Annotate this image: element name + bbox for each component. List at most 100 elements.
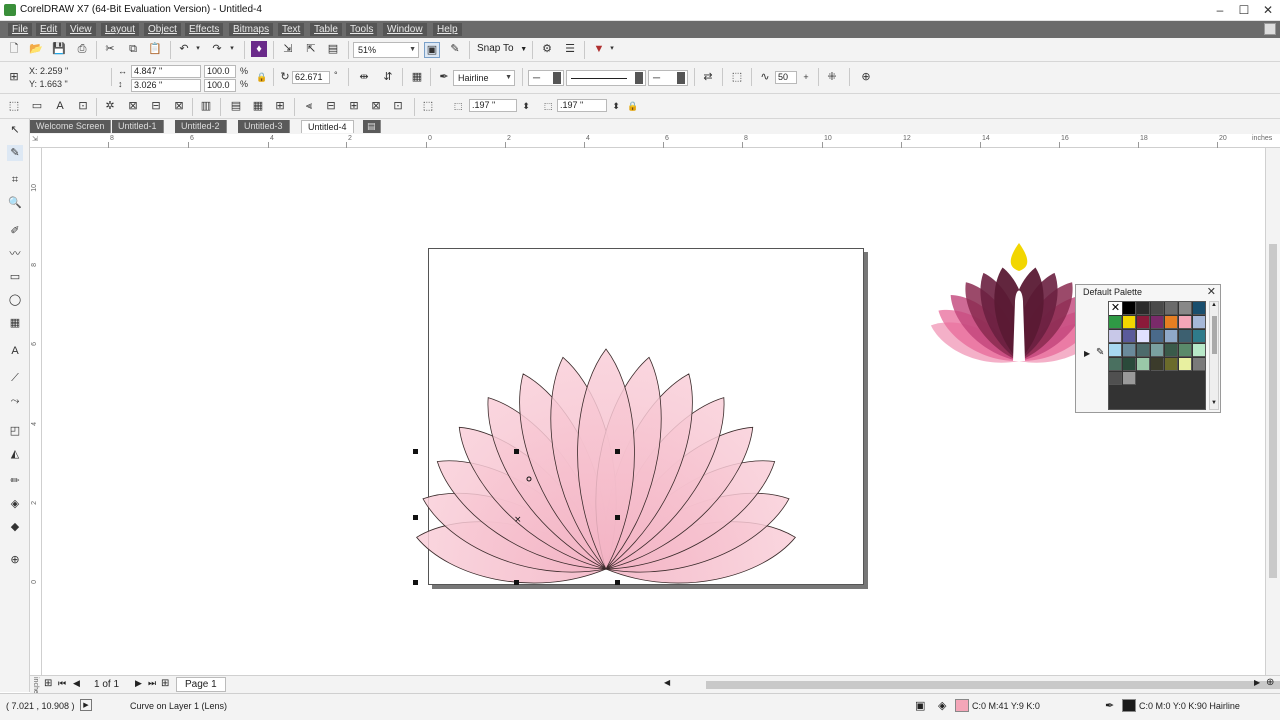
stepper-icon[interactable]: ⬍ (608, 98, 624, 114)
frame-icon[interactable]: ⬚ (6, 98, 22, 114)
save-icon[interactable]: 💾 (51, 41, 67, 57)
rectangle-frame-icon[interactable]: ▭ (29, 98, 45, 114)
palette-scrollbar[interactable]: ▲ ▼ (1209, 301, 1219, 410)
rotation-angle-field[interactable]: 62.671 (292, 71, 330, 84)
palette-swatch[interactable] (1109, 372, 1122, 385)
open-icon[interactable]: 📂 (28, 41, 44, 57)
palette-swatch[interactable] (1151, 302, 1164, 315)
eyedropper-icon[interactable]: ✎ (1096, 347, 1104, 358)
menu-edit[interactable]: Edit (36, 23, 62, 36)
palette-swatch[interactable] (1137, 302, 1150, 315)
align-right-icon[interactable]: ⊞ (346, 98, 362, 114)
menu-object[interactable]: Object (144, 23, 181, 36)
palette-swatch[interactable] (1165, 302, 1178, 315)
palette-swatch[interactable] (1193, 344, 1206, 357)
show-rulers-icon[interactable]: ✎ (447, 41, 463, 57)
menu-table[interactable]: Table (310, 23, 342, 36)
line-style-dropdown[interactable] (566, 70, 646, 86)
palette-swatch[interactable] (1179, 330, 1192, 343)
close-icon[interactable]: ✕ (1207, 285, 1216, 298)
graph-paper-icon[interactable]: ▦ (7, 315, 23, 331)
snap-to-button[interactable]: Snap To ▼ (477, 43, 527, 54)
ruler-origin-icon[interactable]: ⇲ (32, 135, 38, 143)
to-back-icon[interactable]: ▦ (250, 98, 266, 114)
horizontal-ruler[interactable]: ⇲ 8 6 4 2 0 2 4 6 8 10 12 14 16 18 20 inches (30, 134, 1280, 148)
palette-swatch[interactable] (1179, 344, 1192, 357)
menu-bitmaps[interactable]: Bitmaps (229, 23, 274, 36)
paste-icon[interactable]: 📋 (147, 41, 163, 57)
add-tool-icon[interactable]: ⊕ (7, 552, 23, 568)
palette-swatch[interactable] (1109, 316, 1122, 329)
crop-tool-icon[interactable]: ⌗ (7, 172, 23, 188)
smart-fill-icon[interactable]: ◆ (7, 519, 23, 535)
chevron-up-icon[interactable]: ▲ (1211, 302, 1217, 308)
interactive-fill-icon[interactable]: ◈ (7, 496, 23, 512)
object-origin-icon[interactable]: ⊞ (6, 69, 22, 85)
add-page-after-icon[interactable]: ⊞ (161, 678, 169, 689)
play-icon[interactable]: ▶ (80, 699, 92, 711)
palette-swatch[interactable] (1193, 316, 1206, 329)
palette-swatch[interactable] (1137, 330, 1150, 343)
stepper-plus-icon[interactable]: + (798, 69, 814, 85)
first-page-icon[interactable]: ⏮ (58, 678, 66, 689)
palette-swatch[interactable] (1151, 330, 1164, 343)
stepper-icon[interactable]: ⬍ (518, 98, 534, 114)
zoom-tool-icon[interactable]: 🔍 (7, 195, 23, 211)
shape-tool-icon[interactable]: ✎ (7, 145, 23, 161)
text-tool-icon[interactable]: A (7, 343, 23, 359)
corel-connect-icon[interactable]: ▼ (591, 41, 607, 57)
undo-icon[interactable]: ↶ (176, 41, 192, 57)
new-tab-button[interactable]: ▤ (363, 120, 381, 133)
palette-swatch[interactable] (1109, 330, 1122, 343)
minimize-button[interactable]: – (1208, 2, 1232, 18)
tab-untitled-4[interactable]: Untitled-4 (301, 120, 354, 133)
menu-help[interactable]: Help (433, 23, 462, 36)
new-document-icon[interactable]: 🗋 (6, 41, 22, 57)
page-tab[interactable]: Page 1 (176, 677, 226, 692)
mirror-vertical-icon[interactable]: ⇵ (380, 69, 396, 85)
transparency-icon[interactable]: ◭ (7, 446, 23, 462)
object-width-field[interactable]: 4.847 " (131, 65, 201, 78)
object-height-field[interactable]: 3.026 " (131, 79, 201, 92)
last-page-icon[interactable]: ⏭ (148, 678, 156, 689)
palette-swatch[interactable] (1179, 316, 1192, 329)
palette-swatch[interactable] (1179, 358, 1192, 371)
copy-icon[interactable]: ⧉ (125, 41, 141, 57)
palette-swatch[interactable] (1123, 372, 1136, 385)
vertical-scrollbar[interactable] (1265, 148, 1280, 675)
end-arrowhead-dropdown[interactable]: ─ (648, 70, 688, 86)
to-front-icon[interactable]: ▤ (228, 98, 244, 114)
vertical-ruler[interactable]: 10 8 6 4 2 0 (30, 148, 42, 675)
palette-swatch[interactable] (1193, 302, 1206, 315)
trim-icon[interactable]: ⊠ (125, 98, 141, 114)
palette-swatch[interactable] (1137, 316, 1150, 329)
group-icon[interactable]: ⊡ (75, 98, 91, 114)
tab-untitled-2[interactable]: Untitled-2 (175, 120, 227, 133)
ellipse-tool-icon[interactable]: ◯ (7, 292, 23, 308)
chevron-down-icon[interactable]: ▼ (1211, 400, 1217, 406)
full-screen-preview-icon[interactable]: ▣ (424, 42, 440, 58)
menu-window[interactable]: Window (383, 23, 427, 36)
color-proofing-icon[interactable]: ▣ (915, 699, 925, 712)
user-icon[interactable] (1264, 23, 1276, 35)
align-left-icon[interactable]: ⫷ (301, 98, 317, 114)
palette-swatch[interactable] (1151, 316, 1164, 329)
tab-welcome-screen[interactable]: Welcome Screen (30, 120, 112, 133)
palette-swatch[interactable] (1151, 344, 1164, 357)
navigator-icon[interactable]: ⊕ (1266, 677, 1274, 688)
import-icon[interactable]: ⇲ (280, 41, 296, 57)
menu-layout[interactable]: Layout (101, 23, 140, 36)
distribute-icon[interactable]: ⊠ (368, 98, 384, 114)
redo-icon[interactable]: ↷ (209, 41, 225, 57)
options-icon[interactable]: ⚙ (539, 41, 555, 57)
application-launcher-icon[interactable]: ☰ (562, 41, 578, 57)
cut-icon[interactable]: ✂ (102, 41, 118, 57)
undo-dropdown-icon[interactable]: ▾ (194, 41, 202, 57)
maximize-button[interactable]: ☐ (1232, 2, 1256, 18)
lotus-petals-selected[interactable] (412, 348, 800, 597)
palette-swatch[interactable] (1165, 358, 1178, 371)
palette-swatch[interactable] (1123, 302, 1136, 315)
scroll-right-icon[interactable]: ▶ (1254, 678, 1260, 687)
search-content-icon[interactable]: ♦ (251, 41, 267, 57)
tab-untitled-1[interactable]: Untitled-1 (112, 120, 164, 133)
